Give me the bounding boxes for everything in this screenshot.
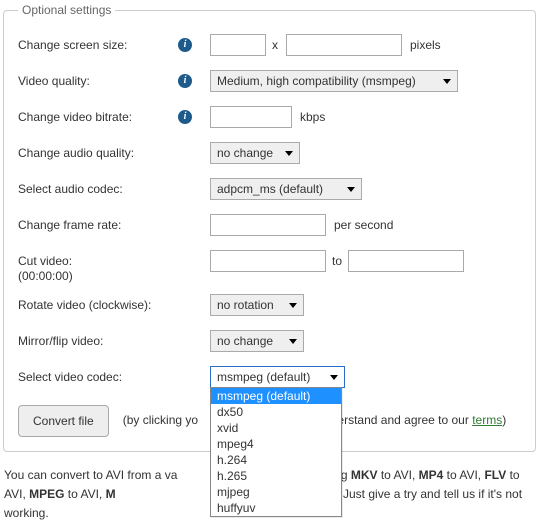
convert-button[interactable]: Convert file (18, 405, 109, 437)
info-icon[interactable]: i (178, 38, 192, 52)
optional-settings-fieldset: Optional settings Change screen size: i … (3, 3, 536, 452)
label-mirror: Mirror/flip video: (18, 334, 178, 348)
row-video-bitrate: Change video bitrate: i kbps (18, 105, 521, 129)
video-quality-select[interactable]: Medium, high compatibility (msmpeg) (210, 70, 458, 92)
screen-height-input[interactable] (286, 34, 402, 56)
label-cut-video: Cut video: (18, 254, 178, 268)
row-audio-quality: Change audio quality: no change (18, 141, 521, 165)
unit-per-second: per second (334, 218, 393, 232)
label-audio-quality: Change audio quality: (18, 146, 178, 160)
row-video-codec: Select video codec: msmpeg (default) msm… (18, 365, 521, 389)
label-frame-rate: Change frame rate: (18, 218, 178, 232)
video-codec-dropdown[interactable]: msmpeg (default)dx50xvidmpeg4h.264h.265m… (210, 387, 342, 517)
video-codec-option[interactable]: huffyuv (211, 500, 341, 516)
info-icon[interactable]: i (178, 74, 192, 88)
label-rotate: Rotate video (clockwise): (18, 298, 178, 312)
row-frame-rate: Change frame rate: per second (18, 213, 521, 237)
info-icon[interactable]: i (178, 110, 192, 124)
unit-kbps: kbps (300, 110, 325, 124)
mirror-select[interactable]: no change (210, 330, 304, 352)
label-video-codec: Select video codec: (18, 370, 178, 384)
label-video-bitrate: Change video bitrate: (18, 110, 178, 124)
rotate-select[interactable]: no rotation (210, 294, 304, 316)
cut-start-input[interactable] (210, 250, 326, 272)
video-codec-option[interactable]: h.265 (211, 468, 341, 484)
label-screen-size: Change screen size: (18, 38, 178, 52)
cut-separator: to (332, 254, 342, 268)
row-mirror: Mirror/flip video: no change (18, 329, 521, 353)
frame-rate-input[interactable] (210, 214, 326, 236)
video-codec-option[interactable]: msmpeg (default) (211, 388, 341, 404)
row-audio-codec: Select audio codec: adpcm_ms (default) (18, 177, 521, 201)
video-codec-option[interactable]: h.264 (211, 452, 341, 468)
terms-link[interactable]: terms (472, 413, 502, 427)
video-codec-select[interactable]: msmpeg (default) (210, 366, 345, 388)
video-codec-option[interactable]: xvid (211, 420, 341, 436)
video-codec-option[interactable]: mpeg4 (211, 436, 341, 452)
row-screen-size: Change screen size: i x pixels (18, 33, 521, 57)
video-bitrate-input[interactable] (210, 106, 292, 128)
label-audio-codec: Select audio codec: (18, 182, 178, 196)
unit-pixels: pixels (410, 38, 441, 52)
screen-width-input[interactable] (210, 34, 266, 56)
video-codec-option[interactable]: mjpeg (211, 484, 341, 500)
audio-quality-select[interactable]: no change (210, 142, 300, 164)
row-rotate: Rotate video (clockwise): no rotation (18, 293, 521, 317)
video-codec-option[interactable]: dx50 (211, 404, 341, 420)
dimension-separator: x (272, 38, 278, 52)
label-video-quality: Video quality: (18, 74, 178, 88)
fieldset-legend: Optional settings (18, 3, 115, 17)
row-video-quality: Video quality: i Medium, high compatibil… (18, 69, 521, 93)
cut-end-input[interactable] (348, 250, 464, 272)
audio-codec-select[interactable]: adpcm_ms (default) (210, 178, 362, 200)
